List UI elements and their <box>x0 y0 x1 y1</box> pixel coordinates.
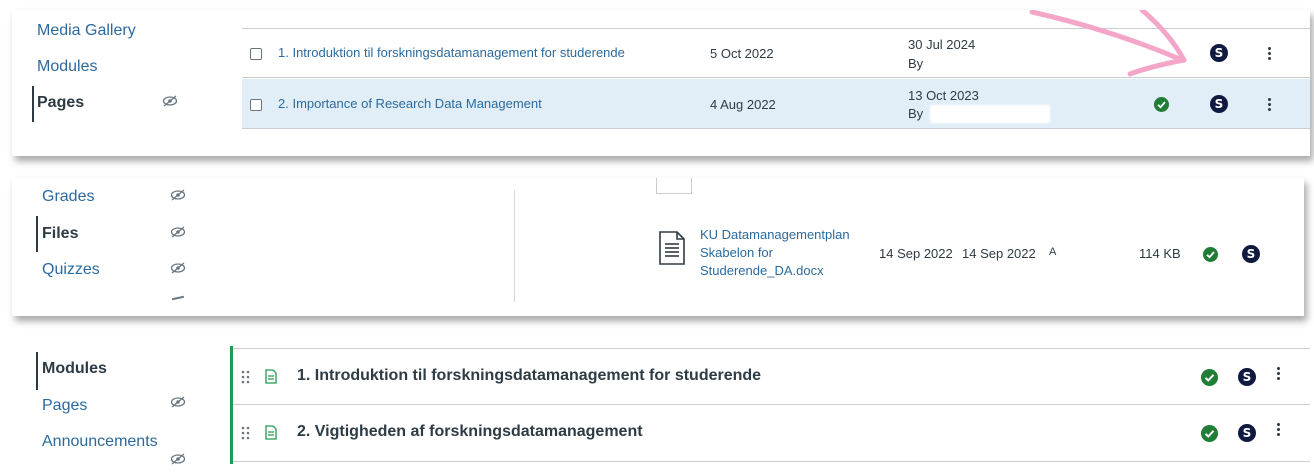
nav-quizzes[interactable]: Quizzes <box>42 261 100 279</box>
created-date: 5 Oct 2022 <box>710 46 774 61</box>
kebab-menu-icon[interactable] <box>1268 98 1272 112</box>
s-badge-icon[interactable]: S <box>1210 95 1228 113</box>
eye-slash-icon <box>170 226 186 238</box>
page-document-icon <box>265 425 277 440</box>
updated-date: 13 Oct 2023 <box>908 88 979 103</box>
active-nav-indicator <box>36 352 38 390</box>
row-select-checkbox[interactable] <box>250 99 262 111</box>
redaction <box>930 105 1050 123</box>
modules-panel: Modules Pages Announcements 1. Introdukt… <box>12 336 1310 475</box>
row-select-checkbox[interactable] <box>250 48 262 60</box>
created-date: 4 Aug 2022 <box>710 97 776 112</box>
eye-slash-icon <box>162 95 178 107</box>
file-created-date: 14 Sep 2022 <box>879 246 953 261</box>
column-divider <box>514 190 515 302</box>
partial-icon <box>171 295 185 301</box>
drag-handle-icon[interactable] <box>241 370 251 384</box>
file-size: 114 KB <box>1139 246 1181 261</box>
page-title-link[interactable]: 2. Importance of Research Data Managemen… <box>278 96 542 111</box>
eye-slash-icon <box>170 189 186 201</box>
updated-by: By <box>908 56 924 71</box>
file-name-line: Skabelon for <box>700 245 773 260</box>
s-badge-icon[interactable]: S <box>1238 424 1256 442</box>
eye-slash-icon <box>170 453 186 465</box>
s-badge-icon[interactable]: S <box>1238 368 1256 386</box>
updated-by: By <box>908 106 924 121</box>
check-circle-icon[interactable] <box>1201 369 1218 386</box>
check-circle-icon[interactable] <box>1203 247 1218 262</box>
nav-grades[interactable]: Grades <box>42 188 94 206</box>
eye-slash-icon <box>170 262 186 274</box>
nav-pages[interactable]: Pages <box>37 94 84 112</box>
docx-file-icon <box>659 231 685 265</box>
nav-modules[interactable]: Modules <box>42 360 107 378</box>
file-name-line: KU Datamanagementplan <box>700 227 850 242</box>
active-nav-indicator <box>32 86 34 122</box>
page-title-link[interactable]: 1. Introduktion til forskningsdatamanage… <box>278 45 625 60</box>
file-thumbnail <box>656 178 692 194</box>
nav-pages[interactable]: Pages <box>42 397 87 415</box>
nav-modules[interactable]: Modules <box>37 58 97 76</box>
annotation-arrow <box>1029 10 1187 77</box>
file-modified-by: A <box>1049 246 1057 258</box>
pages-list-panel: Media Gallery Modules Pages 1. Introdukt… <box>12 10 1310 156</box>
check-circle-icon[interactable] <box>1154 97 1169 112</box>
page-document-icon <box>265 369 277 384</box>
nav-announcements[interactable]: Announcements <box>42 433 158 451</box>
file-name-line: Studerende_DA.docx <box>700 263 824 278</box>
module-item-title[interactable]: 2. Vigtigheden af forskningsdatamanageme… <box>297 423 643 441</box>
table-row: 2. Importance of Research Data Managemen… <box>242 79 1310 129</box>
kebab-menu-icon[interactable] <box>1277 367 1281 381</box>
files-panel: Grades Files Quizzes KU Datamanagementpl… <box>12 178 1304 316</box>
module-item[interactable]: 1. Introduktion til forskningsdatamanage… <box>233 348 1310 405</box>
eye-slash-icon <box>170 396 186 408</box>
file-name-link[interactable]: KU Datamanagementplan Skabelon for Stude… <box>700 226 850 280</box>
active-nav-indicator <box>36 216 38 252</box>
nav-media-gallery[interactable]: Media Gallery <box>37 22 136 40</box>
updated-date: 30 Jul 2024 <box>908 37 976 52</box>
nav-files[interactable]: Files <box>42 225 78 243</box>
kebab-menu-icon[interactable] <box>1277 423 1281 437</box>
module-item[interactable]: 2. Vigtigheden af forskningsdatamanageme… <box>233 405 1310 462</box>
kebab-menu-icon[interactable] <box>1268 47 1272 61</box>
module-item-title[interactable]: 1. Introduktion til forskningsdatamanage… <box>297 367 761 385</box>
drag-handle-icon[interactable] <box>241 426 251 440</box>
file-modified-date: 14 Sep 2022 <box>962 246 1036 261</box>
s-badge-icon[interactable]: S <box>1242 245 1260 263</box>
s-badge-icon[interactable]: S <box>1210 44 1228 62</box>
check-circle-icon[interactable] <box>1201 425 1218 442</box>
